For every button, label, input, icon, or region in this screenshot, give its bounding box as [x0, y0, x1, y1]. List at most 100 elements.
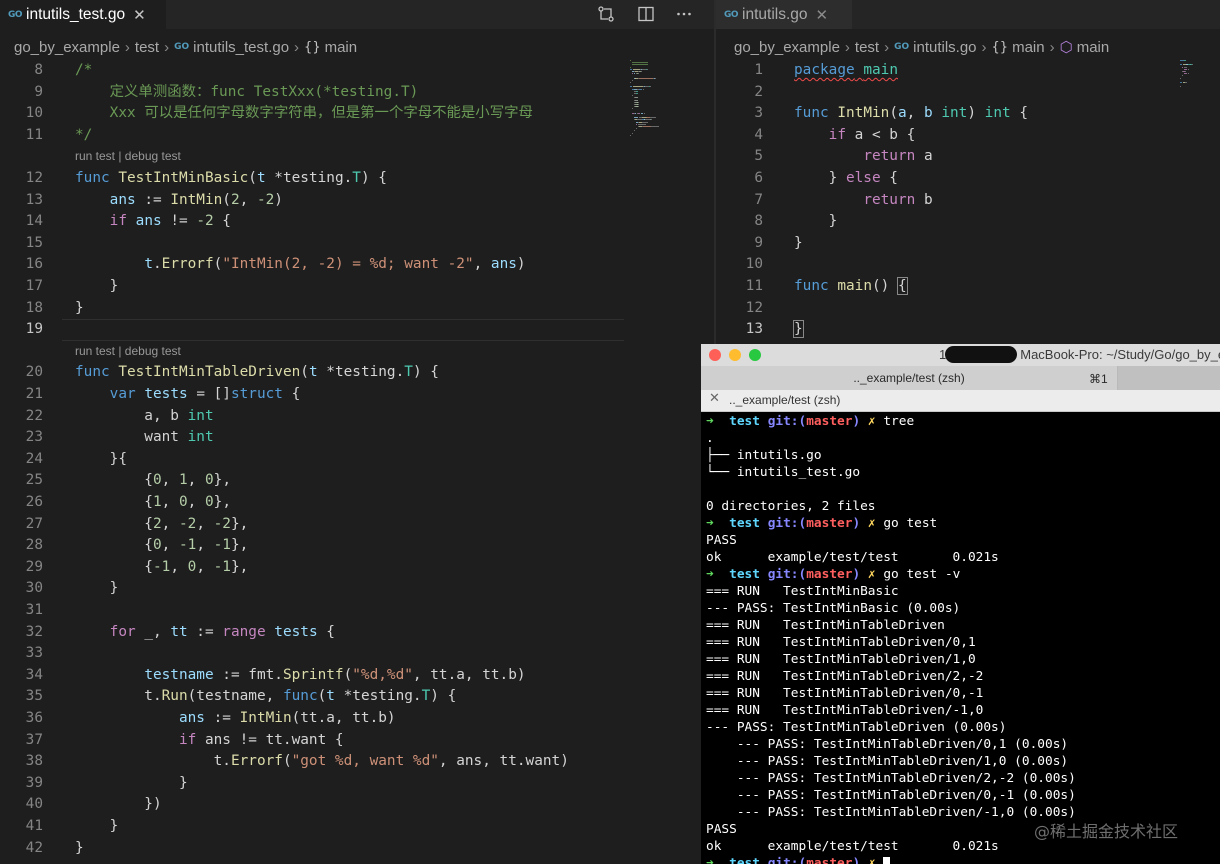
split-editor-icon[interactable] — [634, 3, 658, 25]
terminal-tab-empty[interactable] — [1118, 366, 1220, 390]
code-line[interactable]: 12 func TestIntMinBasic(t *testing.T) { — [0, 168, 714, 190]
code-text: {2, -2, -2}, — [75, 514, 248, 536]
code-line[interactable]: 40 }) — [0, 794, 714, 816]
breadcrumb-folder[interactable]: test — [855, 39, 879, 56]
code-line[interactable]: 10 — [716, 254, 1220, 276]
code-line[interactable]: 9 定义单测函数：func TestXxx(*testing.T) — [0, 82, 714, 104]
breadcrumb-folder[interactable]: go_by_example — [14, 39, 120, 56]
code-line[interactable]: 25 {0, 1, 0}, — [0, 470, 714, 492]
code-line[interactable]: 38 t.Errorf("got %d, want %d", ans, tt.w… — [0, 751, 714, 773]
breadcrumb-symbol[interactable]: main — [1077, 39, 1110, 56]
code-token: ) — [516, 256, 526, 273]
minimap-line — [630, 60, 631, 61]
code-line[interactable]: 28 {0, -1, -1}, — [0, 535, 714, 557]
breadcrumb-file[interactable]: intutils_test.go — [193, 39, 289, 56]
code-line[interactable]: 7 return b — [716, 190, 1220, 212]
code-line[interactable]: 42} — [0, 838, 714, 860]
code-line[interactable]: 29 {-1, 0, -1}, — [0, 557, 714, 579]
code-line[interactable]: 11 */ — [0, 125, 714, 147]
code-line[interactable]: 26 {1, 0, 0}, — [0, 492, 714, 514]
code-line[interactable]: 21 var tests = []struct { — [0, 384, 714, 406]
code-line[interactable]: 23 want int — [0, 427, 714, 449]
code-token: := — [187, 623, 223, 640]
code-token: testname — [144, 666, 214, 683]
code-text: Xxx 可以是任何字母数字字符串，但是第一个字母不能是小写字母 — [75, 103, 533, 125]
terminal-title-bar[interactable]: 1 MacBook-Pro: ~/Study/Go/go_by_e — [701, 344, 1220, 366]
code-line[interactable]: 18} — [0, 298, 714, 320]
code-line[interactable]: 3 func IntMin(a, b int) int { — [716, 103, 1220, 125]
code-line[interactable]: 39 } — [0, 773, 714, 795]
code-token: range — [222, 623, 266, 640]
breadcrumb-symbol[interactable]: main — [325, 39, 358, 56]
code-line[interactable]: 17 } — [0, 276, 714, 298]
terminal-window[interactable]: 1 MacBook-Pro: ~/Study/Go/go_by_e .._exam… — [701, 344, 1220, 864]
code-editor[interactable]: 8/* 9 定义单测函数：func TestXxx(*testing.T) 10 X… — [0, 60, 714, 864]
code-line[interactable]: 27 {2, -2, -2}, — [0, 514, 714, 536]
code-lens-run-debug[interactable]: run test | debug test — [75, 149, 181, 163]
close-icon[interactable]: ✕ — [816, 6, 829, 24]
code-line[interactable]: 20 func TestIntMinTableDriven(t *testing.… — [0, 362, 714, 384]
code-line[interactable]: 22 a, b int — [0, 406, 714, 428]
close-icon[interactable]: ✕ — [133, 6, 146, 24]
code-line[interactable]: 33 — [0, 643, 714, 665]
code-token: /* — [75, 62, 93, 78]
code-text: func TestIntMinTableDriven(t *testing.T)… — [75, 362, 439, 384]
terminal-prompt-line: ➜ test git:(master) ✗ go test — [706, 515, 1220, 532]
code-line[interactable]: 16 t.Errorf("IntMin(2, -2) = %d; want -2… — [0, 254, 714, 276]
code-line[interactable]: 30 } — [0, 578, 714, 600]
code-line[interactable]: 14 if ans != -2 { — [0, 211, 714, 233]
minimap[interactable] — [1180, 60, 1220, 150]
code-lens-run-debug[interactable]: run test | debug test — [75, 344, 181, 358]
compare-changes-icon[interactable] — [594, 3, 618, 25]
code-line[interactable]: 31 — [0, 600, 714, 622]
tab-intutils-go[interactable]: GO intutils.go ✕ — [716, 0, 852, 29]
code-token: t — [308, 364, 318, 381]
breadcrumb-file[interactable]: intutils.go — [913, 39, 976, 56]
minimize-window-button[interactable] — [729, 349, 741, 361]
code-token: T — [352, 170, 361, 186]
terminal-tab[interactable]: .._example/test (zsh) — [701, 366, 1118, 390]
code-line[interactable]: 41 } — [0, 816, 714, 838]
code-line[interactable]: 8 /* — [0, 60, 714, 82]
breadcrumb-folder[interactable]: test — [135, 39, 159, 56]
code-line[interactable]: 9} — [716, 233, 1220, 255]
breadcrumb-folder[interactable]: go_by_example — [734, 39, 840, 56]
code-line[interactable]: 37 if ans != tt.want { — [0, 730, 714, 752]
terminal-output[interactable]: ➜ test git:(master) ✗ tree. ├── intutils.… — [706, 413, 1220, 864]
prompt-git-label: ) — [852, 414, 861, 429]
code-line[interactable]: 4 if a < b { — [716, 125, 1220, 147]
code-line[interactable]: 5 return a — [716, 146, 1220, 168]
code-line[interactable]: 35 t.Run(testname, func(t *testing.T) { — [0, 686, 714, 708]
code-line[interactable]: 36 ans := IntMin(tt.a, tt.b) — [0, 708, 714, 730]
close-icon[interactable]: ✕ — [709, 391, 720, 406]
code-line[interactable]: 24 }{ — [0, 449, 714, 471]
code-line[interactable]: 10 Xxx 可以是任何字母数字字符串，但是第一个字母不能是小写字母 — [0, 103, 714, 125]
code-token: var — [109, 386, 136, 402]
tab-intutils-test-go[interactable]: GO intutils_test.go ✕ — [0, 0, 166, 29]
line-number: 38 — [25, 753, 43, 770]
code-line[interactable]: 11 func main() { — [716, 276, 1220, 298]
code-line[interactable]: 6 } else { — [716, 168, 1220, 190]
code-line[interactable]: 2 — [716, 82, 1220, 104]
minimap[interactable] — [630, 60, 678, 150]
code-line[interactable]: 8 } — [716, 211, 1220, 233]
code-line[interactable]: 32 for _, tt := range tests { — [0, 622, 714, 644]
code-line[interactable]: 12 — [716, 298, 1220, 320]
close-window-button[interactable] — [709, 349, 721, 361]
code-token: := fmt. — [213, 666, 283, 683]
watermark: @稀土掘金技术社区 — [1034, 822, 1179, 841]
code-line[interactable]: 15 — [0, 233, 714, 255]
code-token: 0 — [178, 494, 188, 510]
code-token: { — [880, 170, 898, 186]
code-line[interactable]: 13} — [716, 319, 1220, 341]
breadcrumb-symbol[interactable]: main — [1012, 39, 1045, 56]
code-line[interactable]: 1 package main — [716, 60, 1220, 82]
terminal-output-line: 0 directories, 2 files — [706, 499, 876, 514]
more-actions-icon[interactable] — [672, 3, 696, 25]
code-line[interactable]: 13 ans := IntMin(2, -2) — [0, 190, 714, 212]
minimap-line — [1180, 86, 1181, 88]
zoom-window-button[interactable] — [749, 349, 761, 361]
code-line[interactable]: 19 — [0, 319, 714, 342]
code-line[interactable]: 34 testname := fmt.Sprintf("%d,%d", tt.a… — [0, 665, 714, 687]
code-token: ans — [109, 191, 136, 208]
